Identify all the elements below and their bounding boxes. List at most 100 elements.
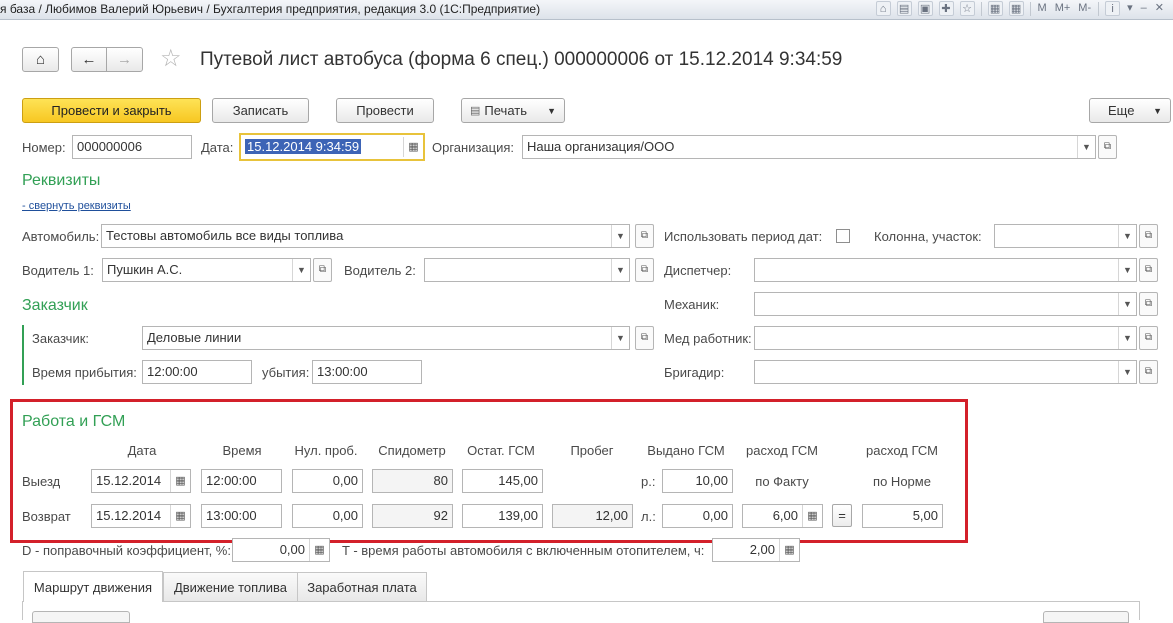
document-title: Путевой лист автобуса (форма 6 спец.) 00… xyxy=(200,49,843,70)
print-menu-button[interactable]: ▤ Печать ▼ xyxy=(461,98,565,123)
organization-field[interactable]: Наша организация/ООО ▼ xyxy=(522,135,1096,159)
print-label: Печать xyxy=(484,103,527,118)
close-icon[interactable]: ✕ xyxy=(1154,1,1165,16)
memory-plus-button[interactable]: M+ xyxy=(1054,1,1072,16)
preview-icon[interactable]: ▣ xyxy=(917,1,933,16)
route-more-button[interactable] xyxy=(1043,611,1129,623)
calculator-icon[interactable]: ▦ xyxy=(987,1,1003,16)
return-issued-field[interactable]: 0,00 xyxy=(662,504,733,528)
calendar-icon[interactable]: ▦ xyxy=(1008,1,1024,16)
minimize-icon[interactable]: – xyxy=(1140,1,1148,16)
return-mileage-field[interactable]: 12,00 xyxy=(552,504,633,528)
back-button[interactable]: ← xyxy=(71,47,107,72)
departure-zero-field[interactable]: 0,00 xyxy=(292,469,363,493)
use-period-label: Использовать период дат: xyxy=(664,229,823,244)
post-button[interactable]: Провести xyxy=(336,98,434,123)
return-time-cell[interactable]: 13:00:00 xyxy=(201,504,282,528)
medic-field[interactable]: ▼ xyxy=(754,326,1137,350)
chevron-down-icon: ▼ xyxy=(1153,105,1162,116)
dropdown-icon[interactable]: ▼ xyxy=(1118,259,1136,281)
info-icon[interactable]: i xyxy=(1105,1,1121,16)
dropdown-icon[interactable]: ▼ xyxy=(611,259,629,281)
dropdown-icon[interactable]: ▼ xyxy=(611,327,629,349)
favorites-add-icon[interactable]: ✚ xyxy=(938,1,954,16)
dropdown-icon[interactable]: ▼ xyxy=(1118,327,1136,349)
memory-minus-button[interactable]: M- xyxy=(1077,1,1092,16)
driver2-field[interactable]: ▼ xyxy=(424,258,630,282)
dropdown-icon[interactable]: ▼ xyxy=(611,225,629,247)
calculator-icon[interactable]: ▦ xyxy=(802,505,822,527)
post-and-close-button[interactable]: Провести и закрыть xyxy=(22,98,201,123)
use-period-checkbox[interactable] xyxy=(836,229,850,243)
foreman-field[interactable]: ▼ xyxy=(754,360,1137,384)
customer-heading: Заказчик xyxy=(22,297,88,314)
dropdown-icon[interactable]: ▼ xyxy=(1118,361,1136,383)
toolbar-separator xyxy=(1029,1,1031,16)
open-foreman-button[interactable]: ⧉ xyxy=(1139,360,1158,384)
departure-issued-field[interactable]: 10,00 xyxy=(662,469,733,493)
work-fuel-heading: Работа и ГСМ xyxy=(22,413,126,430)
tab-route[interactable]: Маршрут движения xyxy=(23,571,163,602)
more-label: Еще xyxy=(1108,103,1135,118)
open-driver2-button[interactable]: ⧉ xyxy=(635,258,654,282)
return-fact-field[interactable]: 6,00 ▦ xyxy=(742,504,823,528)
dropdown-icon[interactable]: ▼ xyxy=(1077,136,1095,158)
equals-button[interactable]: = xyxy=(832,504,852,527)
collapse-requisites-link[interactable]: - свернуть реквизиты xyxy=(22,200,131,212)
forward-button[interactable]: → xyxy=(106,47,143,72)
mechanic-field[interactable]: ▼ xyxy=(754,292,1137,316)
open-customer-button[interactable]: ⧉ xyxy=(635,326,654,350)
memory-m-button[interactable]: M xyxy=(1037,1,1048,16)
header-consumption-fact-sub: по Факту xyxy=(755,474,809,489)
open-medic-button[interactable]: ⧉ xyxy=(1139,326,1158,350)
open-dispatcher-button[interactable]: ⧉ xyxy=(1139,258,1158,282)
departure-time-cell[interactable]: 12:00:00 xyxy=(201,469,282,493)
dropdown-icon[interactable]: ▼ xyxy=(1118,225,1136,247)
calendar-icon[interactable]: ▦ xyxy=(170,505,190,527)
number-field[interactable]: 000000006 xyxy=(72,135,192,159)
calendar-icon[interactable]: ▦ xyxy=(170,470,190,492)
home-button[interactable]: ⌂ xyxy=(22,47,59,72)
departure-label: убытия: xyxy=(262,365,310,380)
date-field[interactable]: 15.12.2014 9:34:59 ▦ xyxy=(239,133,425,161)
home-screen-icon[interactable]: ⌂ xyxy=(875,1,891,16)
open-column-button[interactable]: ⧉ xyxy=(1139,224,1158,248)
customer-value: Деловые линии xyxy=(147,330,242,345)
menu-chevron-icon[interactable]: ▾ xyxy=(1126,1,1134,16)
return-speedometer-field[interactable]: 92 xyxy=(372,504,453,528)
departure-speedometer-field[interactable]: 80 xyxy=(372,469,453,493)
tab-salary[interactable]: Заработная плата xyxy=(297,572,427,601)
driver1-field[interactable]: Пушкин А.С. ▼ xyxy=(102,258,311,282)
open-organization-button[interactable]: ⧉ xyxy=(1098,135,1117,159)
open-car-button[interactable]: ⧉ xyxy=(635,224,654,248)
more-button[interactable]: Еще ▼ xyxy=(1089,98,1171,123)
coefficient-d-field[interactable]: 0,00 ▦ xyxy=(232,538,330,562)
departure-date-field[interactable]: 15.12.2014 ▦ xyxy=(91,469,191,493)
departure-fuel-left-field[interactable]: 145,00 xyxy=(462,469,543,493)
arrival-time-field[interactable]: 12:00:00 xyxy=(142,360,252,384)
header-mileage: Пробег xyxy=(570,443,614,458)
save-button[interactable]: Записать xyxy=(212,98,309,123)
customer-field[interactable]: Деловые линии ▼ xyxy=(142,326,630,350)
coefficient-t-field[interactable]: 2,00 ▦ xyxy=(712,538,800,562)
favorite-star-icon[interactable]: ☆ xyxy=(160,47,182,71)
calculator-icon[interactable]: ▦ xyxy=(779,539,799,561)
dropdown-icon[interactable]: ▼ xyxy=(292,259,310,281)
tab-fuel-movement[interactable]: Движение топлива xyxy=(163,572,298,601)
calculator-icon[interactable]: ▦ xyxy=(309,539,329,561)
departure-time-field[interactable]: 13:00:00 xyxy=(312,360,422,384)
return-date-field[interactable]: 15.12.2014 ▦ xyxy=(91,504,191,528)
route-toolbar-button[interactable] xyxy=(32,611,130,623)
column-field[interactable]: ▼ xyxy=(994,224,1137,248)
open-mechanic-button[interactable]: ⧉ xyxy=(1139,292,1158,316)
calendar-icon[interactable]: ▦ xyxy=(403,137,423,157)
open-driver1-button[interactable]: ⧉ xyxy=(313,258,332,282)
return-fuel-left-field[interactable]: 139,00 xyxy=(462,504,543,528)
car-field[interactable]: Тестовы автомобиль все виды топлива ▼ xyxy=(101,224,630,248)
dispatcher-field[interactable]: ▼ xyxy=(754,258,1137,282)
dropdown-icon[interactable]: ▼ xyxy=(1118,293,1136,315)
return-zero-field[interactable]: 0,00 xyxy=(292,504,363,528)
print-icon[interactable]: ▤ xyxy=(896,1,912,16)
favorites-icon[interactable]: ☆ xyxy=(959,1,975,16)
return-norm-field[interactable]: 5,00 xyxy=(862,504,943,528)
